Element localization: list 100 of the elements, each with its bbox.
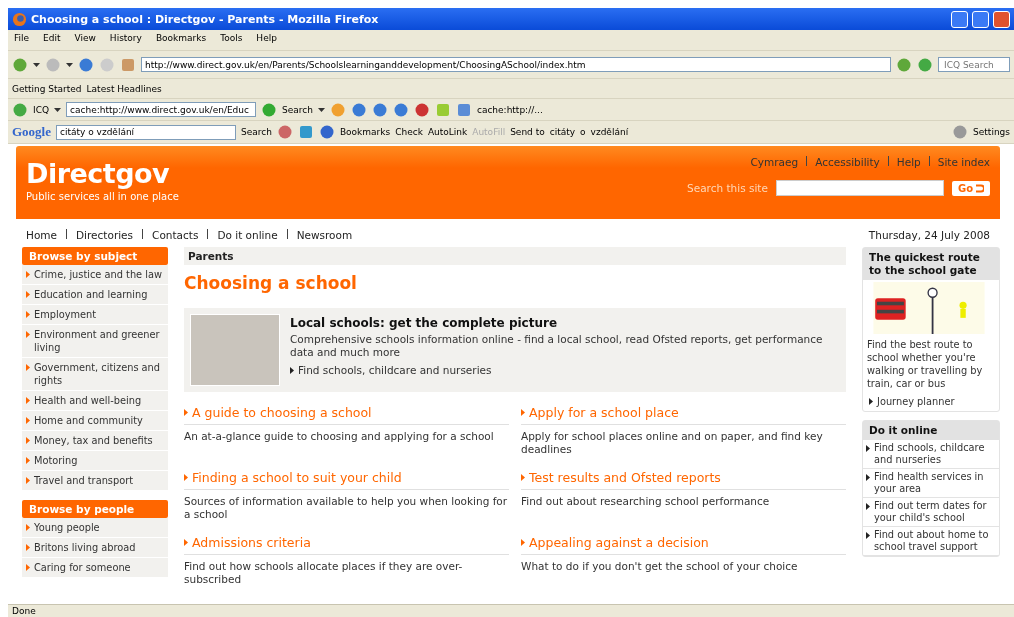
online-link[interactable]: Find health services in your area: [863, 469, 999, 498]
google-search-field[interactable]: citáty o vzdělání: [56, 124, 236, 140]
header-link[interactable]: Accessibility: [815, 156, 880, 168]
toolbar-button[interactable]: vzdělání: [590, 127, 629, 137]
close-button[interactable]: [993, 10, 1010, 28]
caret-icon[interactable]: [33, 62, 40, 67]
toolbar-button[interactable]: citáty: [549, 127, 576, 137]
arrow-icon: [26, 417, 30, 424]
menu-item[interactable]: Edit: [43, 33, 61, 47]
arrow-icon: [26, 437, 30, 444]
sidebar-link[interactable]: Home and community: [22, 411, 168, 431]
nav-link[interactable]: Do it online: [217, 229, 278, 241]
box-text: Find the best route to school whether you're walking or travelling by train, car or bus: [866, 338, 984, 391]
toolbar-button[interactable]: o: [580, 127, 586, 137]
toolbar-button[interactable]: Check: [395, 127, 423, 137]
box-heading: The quickest route to the school gate: [863, 248, 999, 280]
nav-link[interactable]: Newsroom: [296, 229, 353, 241]
menu-item[interactable]: Tools: [220, 33, 243, 47]
bookmark-link[interactable]: Latest Headlines: [86, 83, 162, 94]
menu-item[interactable]: Bookmarks: [155, 33, 207, 47]
nav-link[interactable]: Contacts: [152, 229, 199, 241]
feature-title: Local schools: get the complete picture: [290, 316, 559, 330]
nav-link[interactable]: Home: [26, 229, 57, 241]
online-link[interactable]: Find out term dates for your child's school: [863, 498, 999, 527]
arrow-icon: [26, 311, 30, 318]
toolbar-button[interactable]: Search: [241, 127, 272, 137]
sidebar-heading: Browse by subject: [22, 247, 168, 265]
arrow-icon: [521, 539, 525, 546]
icq-search-field[interactable]: cache:http://www.direct.gov.uk/en/Educ: [66, 102, 257, 117]
sidebar-link[interactable]: Britons living abroad: [22, 538, 168, 558]
cache-link[interactable]: cache:http://...: [476, 104, 543, 115]
journey-planner-link[interactable]: Journey planner: [863, 392, 999, 411]
feature-text: Comprehensive schools information online - find a local school, read Ofsted reports, get performance data and much more: [290, 333, 824, 359]
menu-item[interactable]: Help: [256, 33, 277, 47]
sidebar-link[interactable]: Health and well-being: [22, 391, 168, 411]
menu-item[interactable]: History: [109, 33, 142, 47]
arrow-icon: [26, 397, 30, 404]
toolbar-button[interactable]: Bookmarks: [339, 127, 391, 137]
box-heading: Do it online: [863, 421, 999, 440]
menu-item[interactable]: View: [74, 33, 96, 47]
sidebar-heading: Browse by people: [22, 500, 168, 518]
settings-button[interactable]: Settings: [973, 127, 1010, 137]
arrow-icon: [521, 409, 525, 416]
arrow-icon: [26, 271, 30, 278]
sidebar-link[interactable]: Money, tax and benefits: [22, 431, 168, 451]
caret-icon[interactable]: [54, 107, 62, 112]
header-link[interactable]: Cymraeg: [750, 156, 799, 168]
sidebar-link[interactable]: Travel and transport: [22, 471, 168, 491]
header-link[interactable]: Help: [896, 156, 921, 168]
sidebar-link[interactable]: Young people: [22, 518, 168, 538]
restore-button[interactable]: [972, 10, 989, 28]
caret-icon[interactable]: [317, 107, 325, 112]
menu-item[interactable]: File: [14, 33, 30, 47]
arrow-icon: [26, 331, 30, 338]
icq-search-button[interactable]: Search: [282, 104, 313, 115]
arrow-icon: [866, 474, 870, 481]
topic-description: Apply for school places online and on paper, and find key deadlines: [521, 430, 824, 456]
window-title: Choosing a school : Directgov - Parents - Mozilla Firefox: [31, 12, 380, 26]
breadcrumb[interactable]: Parents: [184, 247, 846, 265]
topic-description: An at-a-glance guide to choosing and applying for a school: [184, 430, 495, 444]
sidebar-link[interactable]: Environment and greener living: [22, 325, 168, 358]
page-heading: Choosing a school: [184, 273, 358, 293]
sidebar-link[interactable]: Government, citizens and rights: [22, 358, 168, 391]
sidebar-link[interactable]: Caring for someone: [22, 558, 168, 578]
topic-description: What to do if you don't get the school of your choice: [521, 560, 799, 574]
minimize-button[interactable]: [951, 10, 968, 28]
search-label: Search this site: [687, 182, 768, 194]
icq-menu[interactable]: ICQ: [33, 104, 50, 115]
sidebar-link[interactable]: Crime, justice and the law: [22, 265, 168, 285]
caret-icon[interactable]: [66, 62, 73, 67]
arrow-icon: [26, 291, 30, 298]
arrow-icon: [866, 445, 870, 452]
online-link[interactable]: Find schools, childcare and nurseries: [863, 440, 999, 469]
arrow-icon: [26, 524, 30, 531]
arrow-icon: [26, 457, 30, 464]
nav-link[interactable]: Directories: [76, 229, 134, 241]
arrow-icon: [869, 398, 873, 405]
arrow-icon: [26, 477, 30, 484]
arrow-icon: [866, 532, 870, 539]
arrow-icon: [184, 474, 188, 481]
site-tagline: Public services all in one place: [26, 191, 179, 202]
browser-logo-icon: [12, 11, 27, 27]
google-logo: Google: [12, 124, 51, 140]
address-field[interactable]: http://www.direct.gov.uk/en/Parents/Schoolslearninganddevelopment/ChoosingASchool/index.htm: [141, 57, 891, 72]
toolbar-button[interactable]: Send to: [510, 127, 545, 137]
sidebar-link[interactable]: Education and learning: [22, 285, 168, 305]
header-link[interactable]: Site index: [937, 156, 990, 168]
topic-description: Find out how schools allocate places if they are over-subscribed: [184, 560, 464, 586]
arrow-icon: [26, 564, 30, 571]
topic-description: Find out about researching school performance: [521, 495, 771, 509]
bookmark-link[interactable]: Getting Started: [12, 83, 82, 94]
site-search-field[interactable]: [775, 180, 944, 196]
search-field[interactable]: ICQ Search: [938, 57, 1010, 72]
sidebar-link[interactable]: Motoring: [22, 451, 168, 471]
sidebar-link[interactable]: Employment: [22, 305, 168, 325]
feature-link[interactable]: Find schools, childcare and nurseries: [290, 364, 840, 376]
arrow-icon: [26, 544, 30, 551]
online-link[interactable]: Find out about home to school travel support: [863, 527, 999, 556]
toolbar-button[interactable]: AutoLink: [427, 127, 468, 137]
arrow-icon: [184, 539, 188, 546]
